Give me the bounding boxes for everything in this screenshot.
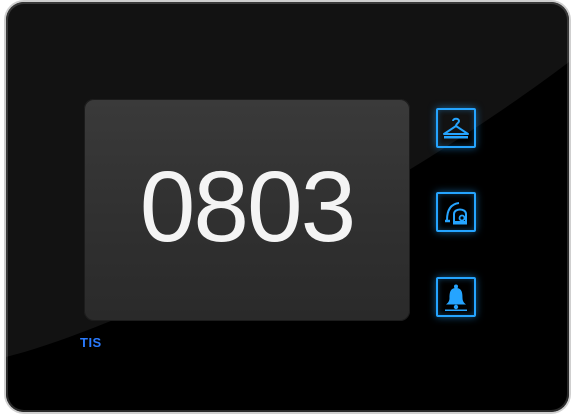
room-number: 0803 — [139, 151, 356, 263]
bell-icon — [445, 284, 467, 311]
room-number-display: 0803 — [84, 99, 410, 321]
brand-logo: TIS — [80, 335, 102, 350]
doorbell-button[interactable] — [436, 277, 476, 317]
laundry-button[interactable] — [436, 108, 476, 148]
make-up-room-button[interactable] — [436, 192, 476, 232]
hanger-icon — [443, 117, 469, 139]
vacuum-cleaner-icon — [445, 202, 467, 225]
doorplate-panel: 0803 TIS — [6, 2, 569, 412]
